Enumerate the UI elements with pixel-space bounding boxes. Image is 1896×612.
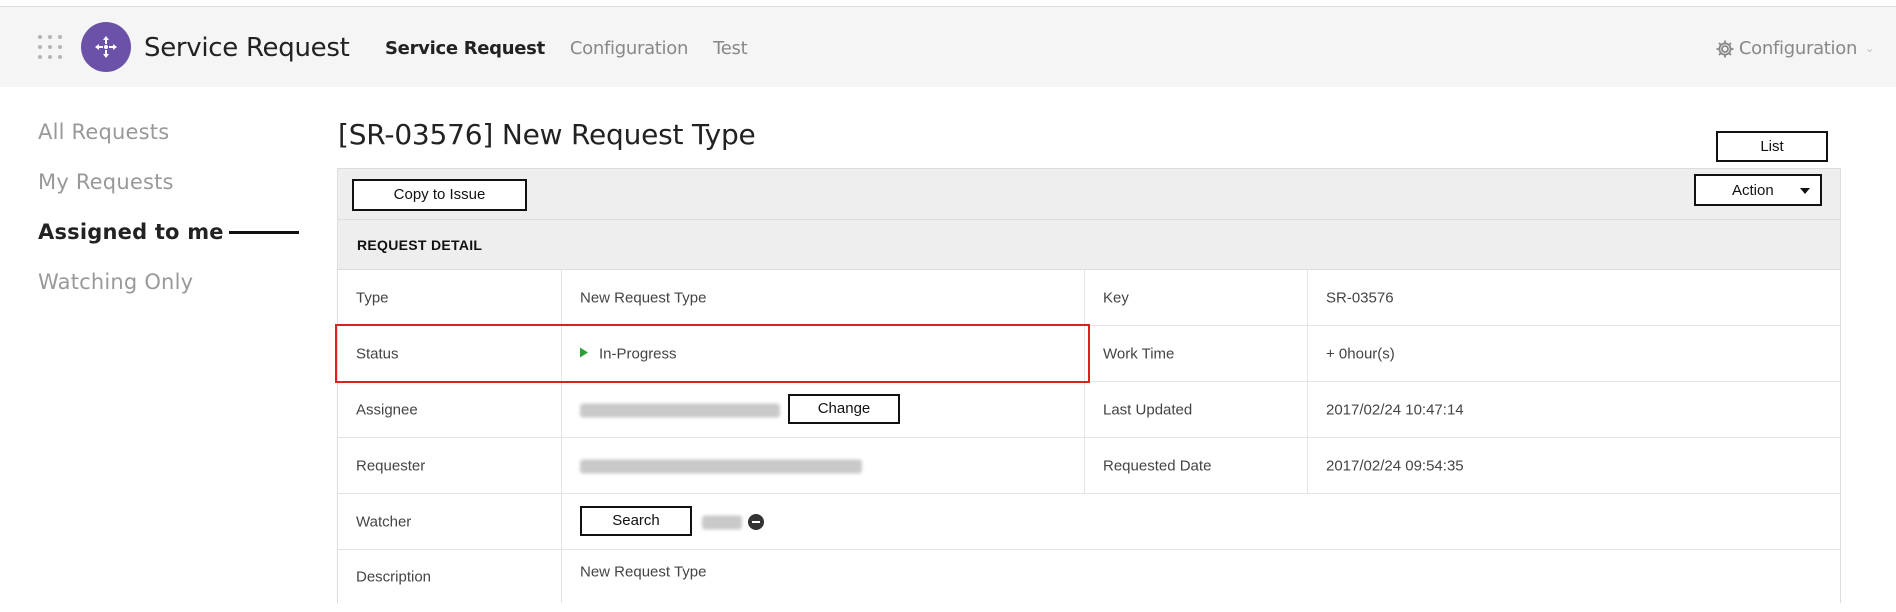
play-icon: [580, 347, 588, 357]
status-label: Status: [356, 345, 399, 362]
copy-to-issue-button[interactable]: Copy to Issue: [352, 179, 527, 211]
nav-configuration[interactable]: Configuration: [570, 38, 688, 59]
requester-label: Requester: [356, 457, 426, 474]
type-label: Type: [356, 289, 389, 306]
sidebar-item-label: My Requests: [38, 170, 174, 194]
description-value: New Request Type: [580, 563, 707, 581]
status-text: In-Progress: [599, 345, 677, 362]
requested-date-label: Requested Date: [1103, 457, 1212, 474]
requested-date-value: 2017/02/24 09:54:35: [1326, 457, 1464, 474]
last-updated-value: 2017/02/24 10:47:14: [1326, 401, 1464, 418]
configuration-menu-label: Configuration: [1738, 38, 1858, 59]
configuration-menu[interactable]: Configuration ⌄: [1715, 38, 1874, 59]
type-value: New Request Type: [580, 289, 707, 306]
requester-value-redacted: [580, 457, 862, 474]
top-border: [0, 0, 1896, 7]
remove-watcher-icon[interactable]: [748, 514, 764, 530]
watcher-search-button[interactable]: Search: [580, 506, 692, 536]
status-value[interactable]: In-Progress: [580, 345, 677, 362]
sidebar-item-label: Assigned to me: [38, 220, 224, 244]
app-grid-icon[interactable]: [38, 35, 62, 59]
change-assignee-button[interactable]: Change: [788, 394, 900, 424]
table-row: Status In-Progress Work Time + 0hour(s): [338, 326, 1840, 382]
sidebar-item-all-requests[interactable]: All Requests: [38, 118, 298, 168]
app-logo-icon[interactable]: [81, 22, 131, 72]
table-row: Type New Request Type Key SR-03576: [338, 270, 1840, 326]
table-row: Watcher Search: [338, 494, 1840, 550]
table-row: Description New Request Type: [338, 550, 1840, 603]
action-dropdown[interactable]: Action: [1694, 174, 1822, 206]
nav-service-request[interactable]: Service Request: [385, 38, 545, 59]
app-header: Service Request Service Request Configur…: [0, 7, 1896, 87]
caret-down-icon: [1800, 188, 1810, 194]
top-navigation: Service Request Configuration Test: [385, 38, 748, 59]
sidebar-item-label: All Requests: [38, 120, 170, 144]
section-header: REQUEST DETAIL: [338, 220, 1840, 270]
key-value: SR-03576: [1326, 289, 1394, 306]
watcher-label: Watcher: [356, 513, 412, 530]
work-time-label: Work Time: [1103, 345, 1175, 362]
last-updated-label: Last Updated: [1103, 401, 1193, 418]
work-time-value: + 0hour(s): [1326, 345, 1395, 362]
sidebar-item-assigned-to-me[interactable]: Assigned to me: [38, 218, 299, 268]
table-row: Requester Requested Date 2017/02/24 09:5…: [338, 438, 1840, 494]
description-label: Description: [356, 568, 432, 585]
request-detail-panel: Copy to Issue Action REQUEST DETAIL Type…: [337, 168, 1841, 603]
sidebar: All Requests My Requests Assigned to me …: [38, 118, 299, 318]
assignee-value-redacted: [580, 401, 780, 418]
action-dropdown-label: Action: [1732, 182, 1774, 199]
active-indicator: [229, 231, 299, 234]
assignee-label: Assignee: [356, 401, 418, 418]
watcher-value-redacted: [702, 513, 742, 530]
sidebar-item-my-requests[interactable]: My Requests: [38, 168, 298, 218]
sidebar-item-watching-only[interactable]: Watching Only: [38, 268, 298, 318]
chevron-down-icon: ⌄: [1865, 42, 1874, 55]
list-button[interactable]: List: [1716, 131, 1828, 162]
section-title: REQUEST DETAIL: [357, 237, 483, 253]
nav-test[interactable]: Test: [713, 38, 748, 59]
page-title: [SR-03576] New Request Type: [338, 118, 756, 151]
key-label: Key: [1103, 289, 1129, 306]
app-title: Service Request: [144, 33, 350, 63]
toolbar: Copy to Issue Action: [338, 169, 1840, 220]
table-row: Assignee Change Last Updated 2017/02/24 …: [338, 382, 1840, 438]
gear-icon: [1716, 40, 1734, 57]
sidebar-item-label: Watching Only: [38, 270, 194, 294]
